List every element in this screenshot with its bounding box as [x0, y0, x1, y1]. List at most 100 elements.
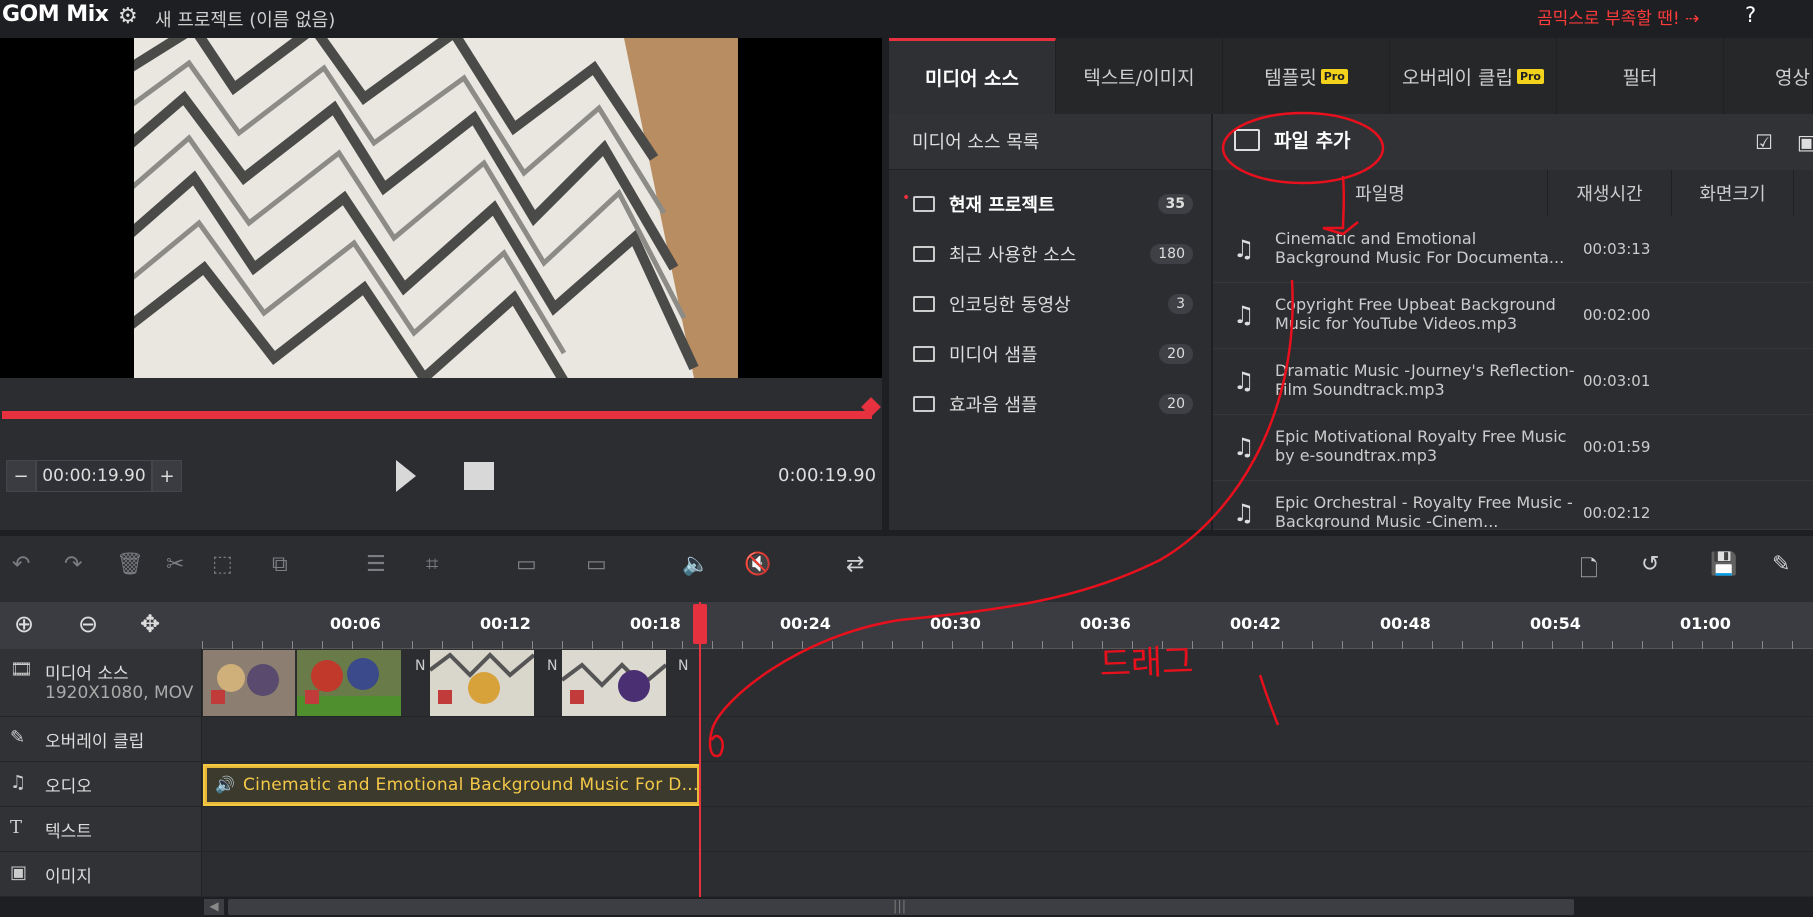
fit-timeline-icon[interactable]: ✥ [140, 610, 160, 638]
save-project-icon[interactable]: 💾 [1710, 552, 1737, 577]
transition-marker[interactable]: N [415, 658, 425, 674]
ruler-tick [382, 641, 383, 649]
mute-icon[interactable]: 🔇 [744, 552, 771, 577]
redo-icon[interactable]: ↷ [64, 552, 82, 577]
column-header-duration[interactable]: 재생시간 [1548, 170, 1672, 216]
ruler-tick [1012, 641, 1013, 649]
replace-clip-icon[interactable]: ⇄ [846, 552, 864, 577]
tab-media-source[interactable]: 미디어 소스 [889, 38, 1056, 114]
transition-marker[interactable]: N [547, 658, 557, 674]
tab-label: 미디어 소스 [924, 68, 1019, 90]
source-item-recent[interactable]: 최근 사용한 소스 180 [903, 233, 1193, 275]
column-header-resolution[interactable]: 화면크기 [1672, 170, 1794, 216]
open-project-icon[interactable]: ↺ [1641, 552, 1659, 577]
panel-divider[interactable] [882, 38, 889, 530]
track-label-audio: ♫ 오디오 [0, 762, 202, 806]
ruler-tick [1402, 641, 1403, 649]
save-as-icon[interactable]: ✎ [1772, 552, 1790, 577]
timecode-input[interactable]: 00:00:19.90 [36, 460, 152, 492]
file-name: Copyright Free Upbeat Background Music f… [1275, 295, 1556, 333]
tab-video[interactable]: 영상 [1724, 38, 1813, 114]
zoom-out-icon[interactable]: ⊖ [78, 610, 98, 638]
tab-overlay-clip[interactable]: 오버레이 클립 Pro [1390, 38, 1557, 114]
film-icon: 🎞 [10, 659, 33, 680]
pro-badge: Pro [1320, 68, 1348, 84]
file-row[interactable]: ♫ Epic Motivational Royalty Free Music by… [1213, 415, 1813, 481]
transition-marker[interactable]: N [678, 658, 688, 674]
image-view-icon[interactable]: ▣ [1797, 130, 1813, 154]
tab-template[interactable]: 템플릿 Pro [1223, 38, 1390, 114]
ruler-label: 00:12 [480, 614, 531, 633]
timecode-decrease-button[interactable]: − [6, 460, 36, 492]
video-clip-thumbnail[interactable] [203, 650, 295, 716]
video-clip-thumbnail[interactable] [430, 650, 534, 716]
column-header-filename[interactable]: 파일명 [1213, 170, 1548, 216]
file-duration: 00:03:13 [1583, 240, 1651, 258]
ruler-tick [952, 641, 953, 649]
app-logo: GOM Mix [2, 2, 109, 27]
delete-icon[interactable]: 🗑 [116, 552, 144, 577]
source-item-label: 미디어 샘플 [949, 345, 1038, 366]
ruler-label: 00:36 [1080, 614, 1131, 633]
ruler-tick [1432, 641, 1433, 649]
ruler-tick [622, 641, 623, 649]
help-button[interactable]: ? [1745, 3, 1756, 27]
file-row[interactable]: ♫ Cinematic and Emotional Background Musi… [1213, 217, 1813, 283]
track-title: 오버레이 클립 [45, 732, 145, 752]
ruler-tick [1762, 641, 1763, 649]
cut-icon[interactable]: ✂ [166, 552, 184, 577]
undo-icon[interactable]: ↶ [12, 552, 30, 577]
volume-icon[interactable]: 🔈 [682, 552, 709, 577]
ruler-tick [1192, 641, 1193, 649]
playhead[interactable] [699, 602, 701, 897]
promo-link[interactable]: 곰믹스로 부족할 땐! ⇢ [1537, 4, 1699, 29]
ruler-tick [532, 641, 533, 649]
ruler-tick [1492, 641, 1493, 649]
scroll-left-icon[interactable]: ◀ [204, 899, 224, 915]
ruler-tick [1312, 641, 1313, 649]
crop-icon[interactable]: ⌗ [426, 552, 438, 577]
ruler-tick [292, 641, 293, 649]
source-item-encoded[interactable]: 인코딩한 동영상 3 [903, 283, 1193, 325]
select-range-icon[interactable]: ⬚ [212, 552, 233, 577]
split-icon[interactable]: ⧉ [272, 552, 288, 577]
video-clip-thumbnail[interactable] [562, 650, 666, 716]
play-icon[interactable] [394, 456, 418, 496]
track-label-image: ▣ 이미지 [0, 852, 202, 896]
ruler-tick [832, 641, 833, 649]
ruler-tick [772, 641, 773, 649]
select-icon[interactable]: ☑ [1755, 130, 1773, 154]
playhead-handle[interactable] [693, 604, 707, 644]
count-badge: 20 [1159, 344, 1193, 364]
ruler-tick [1252, 641, 1253, 649]
new-project-icon[interactable]: 🗋 [1580, 552, 1598, 590]
timecode-increase-button[interactable]: + [152, 460, 182, 492]
source-item-media-sample[interactable]: 미디어 샘플 20 [903, 333, 1193, 375]
image-before-icon[interactable]: ▭ [516, 552, 537, 577]
ruler-tick [922, 641, 923, 649]
stop-icon[interactable] [464, 462, 494, 490]
ruler-tick [1702, 641, 1703, 649]
adjust-icon[interactable]: ☰ [366, 552, 386, 577]
tab-label: 템플릿 [1264, 66, 1317, 89]
tab-filter[interactable]: 필터 [1557, 38, 1724, 114]
file-row[interactable]: ♫ Epic Orchestral - Royalty Free Music - … [1213, 481, 1813, 530]
ruler-tick [682, 641, 683, 649]
ruler-label: 01:00 [1680, 614, 1731, 633]
tab-text-image[interactable]: 텍스트/이미지 [1056, 38, 1223, 114]
audio-clip[interactable]: 🔊 Cinematic and Emotional Background Mus… [203, 764, 701, 806]
ruler-tick [1642, 641, 1643, 649]
video-clip-thumbnail[interactable] [297, 650, 401, 716]
zoom-in-icon[interactable]: ⊕ [14, 610, 34, 638]
source-item-sfx-sample[interactable]: 효과음 샘플 20 [903, 383, 1193, 425]
add-file-button[interactable]: 파일 추가 [1234, 126, 1351, 153]
file-row[interactable]: ♫ Dramatic Music -Journey's Reflection- F… [1213, 349, 1813, 415]
folder-icon [913, 396, 935, 412]
ruler-tick [262, 641, 263, 649]
seek-bar[interactable] [2, 411, 872, 419]
file-row[interactable]: ♫ Copyright Free Upbeat Background Music … [1213, 283, 1813, 349]
ruler-label: 00:06 [330, 614, 381, 633]
gear-icon[interactable]: ⚙ [118, 4, 138, 29]
image-after-icon[interactable]: ▭ [586, 552, 607, 577]
source-item-current-project[interactable]: 현재 프로젝트 35 [903, 183, 1193, 225]
